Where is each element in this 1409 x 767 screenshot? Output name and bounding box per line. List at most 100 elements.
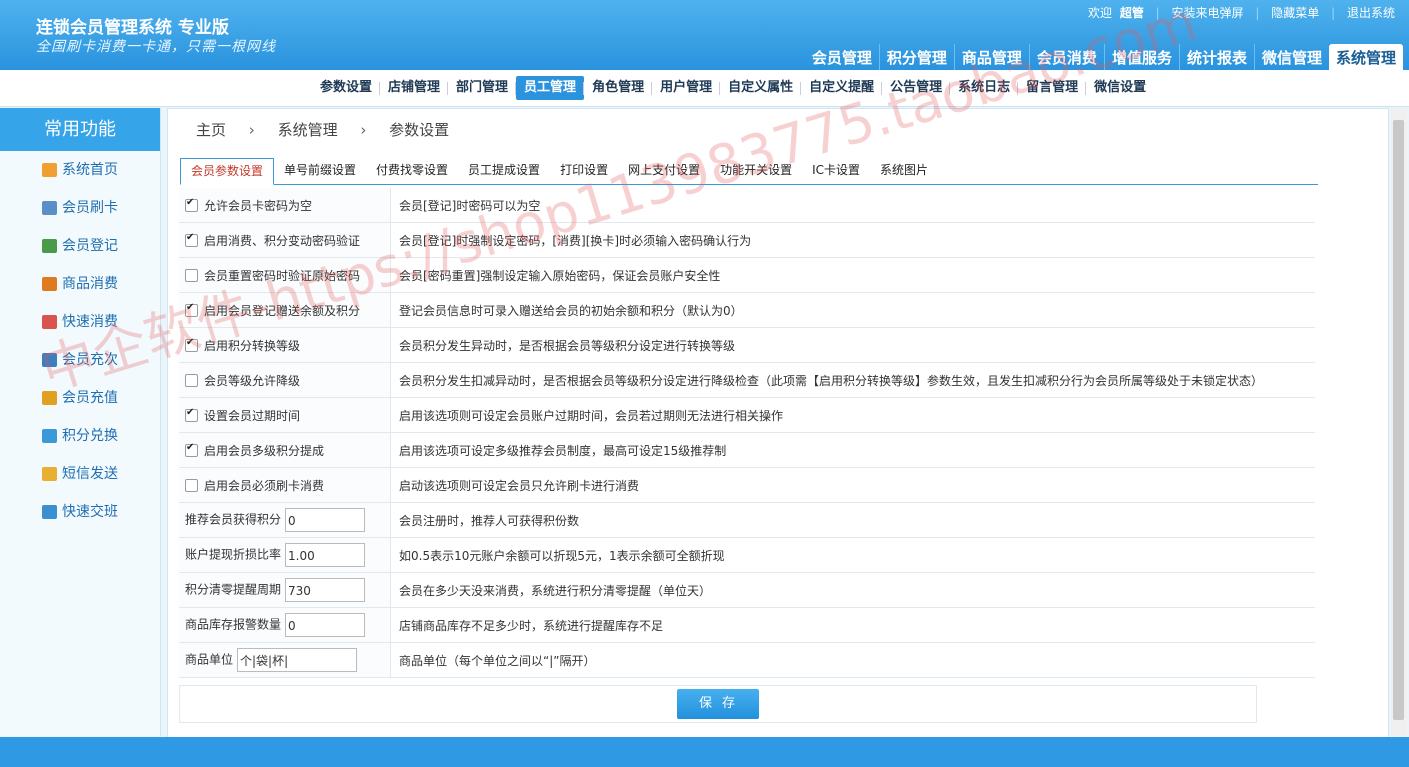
hide-menu-link[interactable]: 隐藏菜单: [1271, 6, 1319, 20]
setting-input[interactable]: 730: [285, 578, 366, 602]
setting-label: 商品单位: [185, 652, 234, 667]
settings-tab[interactable]: 功能开关设置: [710, 158, 802, 183]
sub-nav-tab[interactable]: 公告管理: [881, 76, 950, 100]
sidebar-item[interactable]: 积分兑换: [0, 417, 160, 455]
sub-nav-tab[interactable]: 参数设置: [312, 76, 380, 100]
scrollbar-thumb[interactable]: [1393, 120, 1404, 720]
sidebar-item[interactable]: 系统首页: [0, 151, 160, 189]
settings-tab[interactable]: 系统图片: [870, 158, 938, 183]
setting-label: 设置会员过期时间: [204, 408, 301, 423]
main-nav-tab[interactable]: 系统管理: [1328, 44, 1403, 70]
setting-description: 会员在多少天没来消费，系统进行积分清零提醒（单位天）: [390, 572, 1315, 608]
settings-tab[interactable]: 网上支付设置: [618, 158, 710, 183]
main-nav-tab[interactable]: 微信管理: [1253, 44, 1329, 70]
setting-checkbox[interactable]: [185, 407, 198, 422]
logout-link[interactable]: 退出系统: [1347, 6, 1395, 20]
save-bar: 保存: [179, 685, 1257, 723]
setting-row: 启用会员必须刷卡消费 启动该选项则可设定会员只允许刷卡进行消费: [179, 467, 1315, 503]
main-nav-tab[interactable]: 会员管理: [805, 44, 879, 70]
setting-checkbox[interactable]: [185, 373, 198, 387]
settings-tab[interactable]: 付费找零设置: [366, 158, 458, 183]
sidebar: 常用功能 系统首页 会员刷卡 会员登记 商品消费 快速消费 会员充次 会员充值 积分兑换 短信发…: [0, 108, 161, 736]
divider: |: [1331, 6, 1336, 20]
setting-description: 登记会员信息时可录入赠送给会员的初始余额和积分（默认为0）: [390, 292, 1315, 328]
sidebar-item-label: 积分兑换: [62, 428, 118, 444]
sidebar-item[interactable]: 商品消费: [0, 265, 160, 303]
settings-tabs: 会员参数设置 单号前缀设置 付费找零设置 员工提成设置 打印设置 网上支付设置 功能开关设置…: [180, 158, 1318, 185]
setting-checkbox[interactable]: [185, 232, 198, 247]
setting-label: 会员等级允许降级: [204, 373, 301, 388]
setting-label: 启用会员必须刷卡消费: [204, 478, 325, 493]
current-user: 超管: [1119, 6, 1144, 20]
sub-nav-tab[interactable]: 角色管理: [583, 76, 652, 100]
setting-checkbox[interactable]: [185, 302, 198, 317]
scrollbar[interactable]: [1391, 108, 1407, 736]
sub-nav-tab[interactable]: 自定义提醒: [800, 76, 882, 100]
breadcrumb-system[interactable]: 系统管理: [278, 121, 338, 139]
breadcrumb: 主页 › 系统管理 › 参数设置: [196, 119, 449, 140]
sub-nav-tab[interactable]: 店铺管理: [379, 76, 448, 100]
settings-tab[interactable]: 员工提成设置: [458, 158, 550, 183]
sidebar-item[interactable]: 会员登记: [0, 227, 160, 265]
setting-description: 会员[登记]时强制设定密码，[消费][换卡]时必须输入密码确认行为: [390, 222, 1315, 258]
sub-nav-tab[interactable]: 留言管理: [1017, 76, 1086, 100]
setting-input[interactable]: 0: [285, 508, 366, 532]
coins-icon: [42, 391, 57, 405]
sub-nav-tab[interactable]: 微信设置: [1085, 76, 1154, 100]
sidebar-item[interactable]: 短信发送: [0, 455, 160, 493]
sub-nav-tab[interactable]: 自定义属性: [719, 76, 801, 100]
setting-checkbox[interactable]: [185, 197, 198, 212]
sub-nav-tab[interactable]: 用户管理: [651, 76, 720, 100]
setting-input[interactable]: 个|袋|杯|: [237, 648, 358, 672]
setting-description: 商品单位（每个单位之间以“|”隔开）: [390, 642, 1315, 678]
sidebar-item[interactable]: 快速交班: [0, 493, 160, 531]
setting-row: 允许会员卡密码为空 会员[登记]时密码可以为空: [179, 188, 1315, 223]
sidebar-item-label: 会员充值: [62, 390, 118, 406]
main-nav: 会员管理 积分管理 商品管理 会员消费 增值服务 统计报表 微信管理 系统管理: [805, 44, 1403, 70]
sub-nav-tab[interactable]: 系统日志: [949, 76, 1018, 100]
setting-checkbox[interactable]: [185, 268, 198, 282]
main-nav-tab[interactable]: 会员消费: [1028, 44, 1104, 70]
settings-tab[interactable]: 打印设置: [550, 158, 618, 183]
save-button[interactable]: 保存: [677, 689, 759, 719]
main-nav-tab[interactable]: 统计报表: [1178, 44, 1254, 70]
sidebar-item[interactable]: 会员充值: [0, 379, 160, 417]
register-icon: [42, 353, 57, 367]
setting-checkbox[interactable]: [185, 478, 198, 492]
settings-tab[interactable]: 会员参数设置: [180, 158, 275, 185]
settings-tab[interactable]: 单号前缀设置: [274, 158, 366, 183]
main-nav-tab[interactable]: 商品管理: [953, 44, 1029, 70]
setting-label-cell: 启用会员多级积分提成: [179, 432, 391, 468]
setting-row: 积分清零提醒周期 730 会员在多少天没来消费，系统进行积分清零提醒（单位天）: [179, 572, 1315, 608]
breadcrumb-home[interactable]: 主页: [196, 121, 226, 139]
setting-description: 会员注册时，推荐人可获得积份数: [390, 502, 1315, 538]
sidebar-item[interactable]: 会员充次: [0, 341, 160, 379]
setting-row: 会员等级允许降级 会员积分发生扣减异动时，是否根据会员等级积分设定进行降级检查（此…: [179, 362, 1315, 398]
setting-label: 推荐会员获得积分: [185, 512, 282, 527]
setting-row: 启用积分转换等级 会员积分发生异动时，是否根据会员等级积分设定进行转换等级: [179, 327, 1315, 363]
sub-nav-tab[interactable]: 部门管理: [447, 76, 516, 100]
setting-checkbox[interactable]: [185, 442, 198, 457]
footer: [0, 737, 1409, 767]
sidebar-item-label: 会员刷卡: [62, 200, 118, 216]
setting-label: 启用会员多级积分提成: [204, 443, 325, 458]
setting-label-cell: 会员重置密码时验证原始密码: [179, 257, 391, 293]
settings-tab[interactable]: IC卡设置: [802, 158, 870, 183]
main-nav-tab[interactable]: 增值服务: [1103, 44, 1179, 70]
sidebar-item-label: 快速消费: [62, 314, 118, 330]
header: 连锁会员管理系统 专业版 全国刷卡消费一卡通，只需一根网线 欢迎 超管 | 安装…: [0, 0, 1409, 70]
setting-row: 启用消费、积分变动密码验证 会员[登记]时强制设定密码，[消费][换卡]时必须输入…: [179, 222, 1315, 258]
sidebar-item[interactable]: 会员刷卡: [0, 189, 160, 227]
setting-checkbox[interactable]: [185, 337, 198, 352]
setting-label: 启用消费、积分变动密码验证: [204, 233, 361, 248]
setting-description: 会员[密码重置]强制设定输入原始密码，保证会员账户安全性: [390, 257, 1315, 293]
setting-input[interactable]: 0: [285, 613, 366, 637]
caller-popup-link[interactable]: 安装来电弹屏: [1172, 6, 1244, 20]
setting-input[interactable]: 1.00: [285, 543, 366, 567]
chart-icon: [42, 315, 57, 329]
sub-nav-tab[interactable]: 员工管理: [515, 76, 585, 100]
setting-row: 推荐会员获得积分 0 会员注册时，推荐人可获得积份数: [179, 502, 1315, 538]
sidebar-item[interactable]: 快速消费: [0, 303, 160, 341]
main-nav-tab[interactable]: 积分管理: [878, 44, 954, 70]
setting-description: 启用该选项则可设定会员账户过期时间，会员若过期则无法进行相关操作: [390, 397, 1315, 433]
